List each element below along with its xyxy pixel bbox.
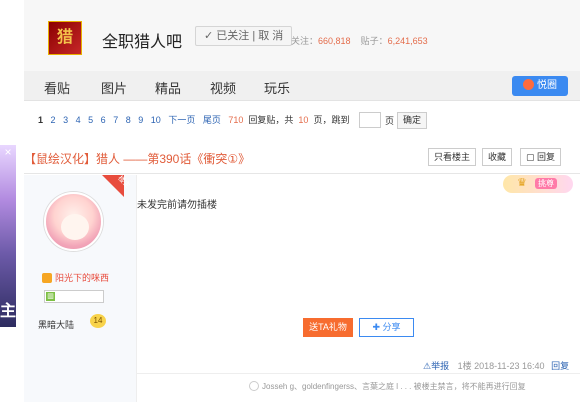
reply-button-label: 回复 bbox=[537, 152, 556, 162]
nav-item-images[interactable]: 图片 bbox=[101, 78, 127, 97]
author-name-text: 阳光下的咪西 bbox=[55, 273, 110, 283]
author-name[interactable]: 阳光下的咪西 bbox=[42, 271, 109, 284]
nav-item-featured[interactable]: 精品 bbox=[155, 78, 181, 97]
reply-icon: ▢ bbox=[526, 152, 538, 162]
confirm-button[interactable]: 确定 bbox=[397, 112, 427, 129]
member-icon bbox=[42, 273, 52, 283]
follow-button[interactable]: ✓ 已关注 | 取 消 bbox=[195, 26, 293, 46]
report-label: 举报 bbox=[431, 361, 450, 371]
page-link[interactable]: 3 bbox=[63, 115, 68, 125]
plus-icon: ✚ bbox=[372, 322, 383, 332]
thread-header: 【鼠绘汉化】猎人 ——第390话《衝突①》 只看楼主 收藏 ▢ 回复 bbox=[24, 140, 580, 174]
forum-title[interactable]: 全职猎人吧 bbox=[102, 28, 182, 52]
nav-item-video[interactable]: 视频 bbox=[210, 78, 236, 97]
yuebo-label: 悦圈 bbox=[537, 80, 557, 91]
reply-suffix: 回复贴，共 bbox=[248, 115, 294, 125]
pagination: 1 2 3 4 5 6 7 8 9 10 下一页 尾页 710 回复贴，共 10 页，… bbox=[24, 101, 580, 135]
forum-logo[interactable]: 猎 bbox=[48, 21, 82, 55]
medal-label: 挑尊 bbox=[535, 178, 557, 189]
post-meta: ⚠举报 1楼 2018-11-23 16:40 回复 bbox=[423, 359, 569, 372]
rank-level: 14 bbox=[90, 314, 106, 328]
page-link[interactable]: 7 bbox=[113, 115, 118, 125]
post-time: 2018-11-23 16:40 bbox=[474, 361, 545, 371]
page-link[interactable]: 6 bbox=[101, 115, 106, 125]
send-gift-button[interactable]: 送TA礼物 bbox=[303, 318, 353, 337]
follow-count: 660,818 bbox=[318, 36, 351, 46]
ad-glyph: 主 bbox=[0, 303, 16, 320]
thread-title: 【鼠绘汉化】猎人 ——第390话《衝突①》 bbox=[24, 152, 251, 166]
next-page-link[interactable]: 下一页 bbox=[168, 115, 195, 125]
author-panel: 楼主 阳光下的咪西 ▥ 黑暗大陆 14 bbox=[24, 175, 137, 402]
post-body: ♛ 挑尊 未发完前请勿插楼 送TA礼物 ✚ 分享 ⚠举报 1楼 2018-11-… bbox=[137, 175, 580, 402]
page-link[interactable]: 10 bbox=[151, 115, 161, 125]
post-content: 未发完前请勿插楼 bbox=[137, 200, 217, 211]
avatar[interactable] bbox=[44, 192, 103, 251]
user-icon bbox=[523, 79, 534, 90]
forum-header: 猎 全职猎人吧 ✓ 已关注 | 取 消 关注：660,818 贴子：6,241,… bbox=[24, 0, 580, 71]
reply-count: 710 bbox=[228, 115, 244, 125]
ban-notice-text: Josseh g、goldenfingerss、言葉之庭 l . . . 被楼主… bbox=[262, 382, 526, 391]
page-link[interactable]: 5 bbox=[88, 115, 93, 125]
page-link[interactable]: 2 bbox=[51, 115, 56, 125]
close-icon[interactable]: × bbox=[1, 145, 15, 159]
user-icon bbox=[249, 381, 259, 391]
page-links: 1 2 3 4 5 6 7 8 9 10 下一页 尾页 710 回复贴，共 10 页，… bbox=[38, 113, 359, 126]
only-op-button[interactable]: 只看楼主 bbox=[428, 148, 477, 166]
side-ad-banner[interactable]: × 主 bbox=[0, 145, 16, 327]
posts-prefix: 贴子： bbox=[360, 36, 388, 46]
follow-prefix: 关注： bbox=[291, 36, 319, 46]
nav-item-posts[interactable]: 看贴 bbox=[44, 78, 70, 97]
floor-number: 1楼 bbox=[457, 361, 472, 371]
report-link[interactable]: ⚠举报 bbox=[423, 361, 449, 371]
rank-title: 黑暗大陆 bbox=[38, 320, 75, 330]
share-label: 分享 bbox=[382, 322, 401, 332]
nav-item-fun[interactable]: 玩乐 bbox=[264, 78, 290, 97]
ban-notice: Josseh g、goldenfingerss、言葉之庭 l . . . 被楼主… bbox=[249, 381, 526, 392]
yuebo-button[interactable]: 悦圈 bbox=[512, 76, 568, 96]
page-container: 猎 全职猎人吧 ✓ 已关注 | 取 消 关注：660,818 贴子：6,241,… bbox=[24, 0, 580, 402]
posts-count: 6,241,653 bbox=[387, 36, 428, 46]
member-medal[interactable]: ♛ 挑尊 bbox=[503, 175, 573, 193]
collect-button[interactable]: 收藏 bbox=[482, 148, 513, 166]
page-link[interactable]: 8 bbox=[126, 115, 131, 125]
post-divider bbox=[137, 373, 580, 374]
forum-stats: 关注：660,818 贴子：6,241,653 bbox=[291, 34, 428, 47]
jump-suffix: 页 bbox=[385, 116, 395, 126]
post-reply-link[interactable]: 回复 bbox=[551, 361, 569, 371]
forum-logo-text: 猎 bbox=[56, 29, 73, 46]
page-current: 1 bbox=[38, 115, 44, 125]
pages-suffix: 页，跳到 bbox=[313, 115, 350, 125]
forum-nav: 看贴 图片 精品 视频 玩乐 悦圈 bbox=[24, 71, 580, 101]
page-link[interactable]: 9 bbox=[138, 115, 143, 125]
reply-summary: 710 回复贴，共 10 页，跳到 bbox=[228, 115, 354, 125]
total-pages: 10 bbox=[298, 115, 309, 125]
avatar-face bbox=[61, 214, 89, 240]
page-jump-input[interactable] bbox=[359, 112, 381, 128]
level-badge: ▥ bbox=[44, 290, 104, 303]
reply-button[interactable]: ▢ 回复 bbox=[520, 148, 562, 166]
share-button[interactable]: ✚ 分享 bbox=[359, 318, 414, 337]
crown-icon: ♛ bbox=[517, 177, 527, 189]
level-icon: ▥ bbox=[46, 292, 55, 301]
page-link[interactable]: 4 bbox=[76, 115, 81, 125]
last-page-link[interactable]: 尾页 bbox=[203, 115, 221, 125]
